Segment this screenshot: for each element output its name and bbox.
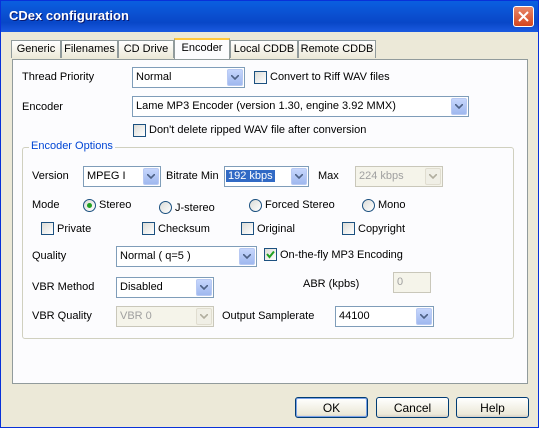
dont-delete-checkbox[interactable] bbox=[133, 124, 146, 137]
private-checkbox[interactable] bbox=[41, 222, 54, 235]
dont-delete-label: Don't delete ripped WAV file after conve… bbox=[149, 124, 367, 136]
mode-stereo-radio[interactable] bbox=[83, 199, 96, 212]
version-select[interactable]: MPEG I bbox=[83, 166, 161, 187]
quality-select[interactable]: Normal ( q=5 ) bbox=[116, 246, 257, 267]
version-label: Version bbox=[32, 170, 69, 182]
abr-label: ABR (kpbs) bbox=[303, 278, 360, 290]
output-samplerate-value: 44100 bbox=[339, 310, 370, 322]
ok-button[interactable]: OK bbox=[295, 397, 368, 418]
output-samplerate-select[interactable]: 44100 bbox=[335, 306, 434, 327]
vbr-method-label: VBR Method bbox=[32, 281, 95, 293]
bitrate-max-label: Max bbox=[318, 170, 339, 182]
tab-generic[interactable]: Generic bbox=[11, 40, 61, 58]
help-button[interactable]: Help bbox=[456, 397, 529, 418]
mode-forced-stereo-radio[interactable] bbox=[249, 199, 262, 212]
mode-label: Mode bbox=[32, 199, 60, 211]
on-the-fly-label: On-the-fly MP3 Encoding bbox=[280, 249, 403, 261]
on-the-fly-checkbox[interactable] bbox=[264, 248, 277, 261]
tab-filenames[interactable]: Filenames bbox=[61, 40, 118, 58]
encoder-select[interactable]: Lame MP3 Encoder (version 1.30, engine 3… bbox=[132, 96, 469, 117]
quality-value: Normal ( q=5 ) bbox=[120, 250, 191, 262]
checksum-checkbox[interactable] bbox=[142, 222, 155, 235]
chevron-down-icon bbox=[196, 279, 212, 296]
quality-label: Quality bbox=[32, 250, 67, 262]
private-label: Private bbox=[57, 223, 92, 235]
tab-local-cddb[interactable]: Local CDDB bbox=[230, 40, 298, 58]
bitrate-min-selected-text: 192 kbps bbox=[226, 170, 275, 182]
window-title: CDex configuration bbox=[9, 8, 129, 23]
chevron-down-icon bbox=[143, 168, 159, 185]
bitrate-max-value: 224 kbps bbox=[359, 170, 404, 182]
original-checkbox[interactable] bbox=[241, 222, 254, 235]
abr-value: 0 bbox=[397, 276, 404, 288]
chevron-down-icon bbox=[425, 168, 441, 185]
chevron-down-icon bbox=[239, 248, 255, 265]
thread-priority-label: Thread Priority bbox=[22, 71, 95, 83]
convert-riff-checkbox[interactable] bbox=[254, 71, 267, 84]
output-samplerate-label: Output Samplerate bbox=[222, 310, 315, 322]
title-bar[interactable]: CDex configuration bbox=[1, 1, 538, 32]
bitrate-min-value: 192 kbps bbox=[226, 170, 275, 182]
radio-selected-dot bbox=[87, 203, 92, 208]
checksum-label: Checksum bbox=[158, 223, 210, 235]
chevron-down-icon bbox=[196, 308, 212, 325]
bitrate-min-select[interactable]: 192 kbps bbox=[224, 166, 309, 187]
tab-cd-drive[interactable]: CD Drive bbox=[118, 40, 174, 58]
bitrate-min-label: Bitrate Min bbox=[166, 170, 219, 182]
vbr-method-value: Disabled bbox=[120, 281, 163, 293]
encoder-value: Lame MP3 Encoder (version 1.30, engine 3… bbox=[136, 100, 396, 112]
tab-encoder[interactable]: Encoder bbox=[174, 38, 230, 59]
encoder-label: Encoder bbox=[22, 101, 63, 113]
check-icon bbox=[266, 250, 275, 259]
bitrate-max-select[interactable]: 224 kbps bbox=[355, 166, 443, 187]
thread-priority-value: Normal bbox=[136, 71, 172, 83]
chevron-down-icon bbox=[416, 308, 432, 325]
abr-input[interactable]: 0 bbox=[393, 272, 431, 293]
close-icon bbox=[518, 11, 529, 22]
close-button[interactable] bbox=[513, 6, 534, 27]
vbr-quality-label: VBR Quality bbox=[32, 310, 92, 322]
original-label: Original bbox=[257, 223, 295, 235]
copyright-label: Copyright bbox=[358, 223, 406, 235]
mode-forced-stereo-label: Forced Stereo bbox=[265, 199, 335, 211]
convert-riff-label: Convert to Riff WAV files bbox=[270, 71, 390, 83]
thread-priority-select[interactable]: Normal bbox=[132, 67, 245, 88]
version-value: MPEG I bbox=[87, 170, 126, 182]
chevron-down-icon bbox=[291, 168, 307, 185]
mode-jstereo-radio[interactable] bbox=[159, 201, 172, 214]
chevron-down-icon bbox=[227, 69, 243, 86]
mode-mono-radio[interactable] bbox=[362, 199, 375, 212]
chevron-down-icon bbox=[451, 98, 467, 115]
encoder-options-title: Encoder Options bbox=[29, 140, 115, 152]
mode-stereo-label: Stereo bbox=[99, 199, 132, 211]
vbr-quality-select[interactable]: VBR 0 bbox=[116, 306, 214, 327]
copyright-checkbox[interactable] bbox=[342, 222, 355, 235]
vbr-quality-value: VBR 0 bbox=[120, 310, 152, 322]
tab-remote-cddb[interactable]: Remote CDDB bbox=[298, 40, 376, 58]
cancel-button[interactable]: Cancel bbox=[376, 397, 449, 418]
vbr-method-select[interactable]: Disabled bbox=[116, 277, 214, 298]
dialog-window: CDex configuration Generic Filenames CD … bbox=[0, 0, 539, 428]
mode-mono-label: Mono bbox=[378, 199, 406, 211]
mode-jstereo-label: J-stereo bbox=[175, 202, 215, 214]
